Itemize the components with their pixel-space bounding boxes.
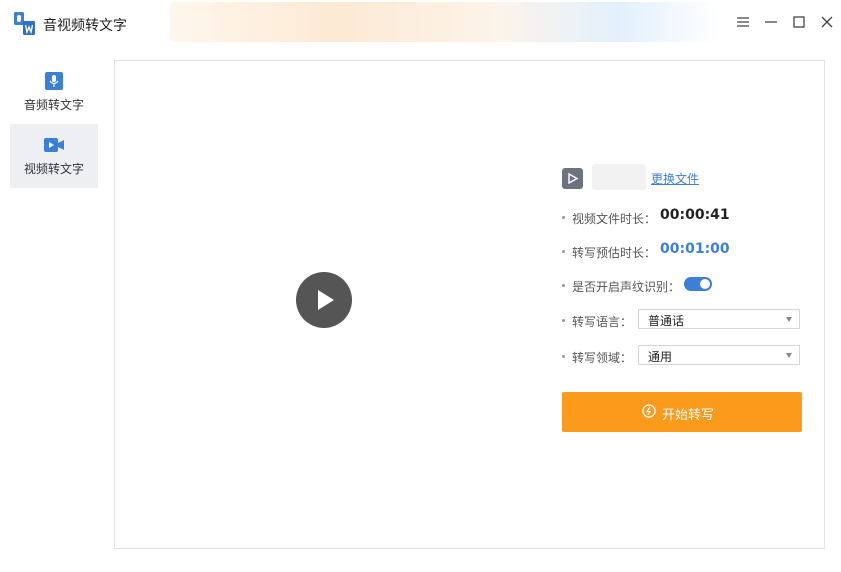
language-select[interactable]: 普通话 [638,309,800,329]
transcribe-icon [642,404,656,418]
domain-label: 转写领域： [572,351,633,365]
bullet [562,355,565,358]
voiceprint-toggle[interactable] [684,277,712,291]
play-icon [318,290,334,310]
app-logo-icon [14,12,35,35]
chevron-down-icon [786,353,792,358]
bullet [562,319,565,322]
sidebar-item-audio-to-text[interactable]: 音频转文字 [10,60,98,124]
menu-icon[interactable] [735,14,751,30]
bullet [562,284,565,287]
domain-select[interactable]: 通用 [638,345,800,365]
main-panel: 更换文件 视频文件时长： 00:00:41 转写预估时长： 00:01:00 是… [114,60,825,549]
video-camera-icon [44,138,64,152]
bullet [562,250,565,253]
app-title: 音视频转文字 [43,18,127,34]
microphone-icon [45,72,63,90]
estimate-value: 00:01:00 [660,241,730,257]
sidebar-item-label: 视频转文字 [23,162,84,176]
start-transcribe-label: 开始转写 [662,408,715,423]
start-transcribe-button[interactable]: 开始转写 [562,392,802,432]
close-icon[interactable] [819,14,835,30]
sidebar-item-video-to-text[interactable]: 视频转文字 [10,124,98,188]
language-label: 转写语言： [572,315,633,329]
duration-label: 视频文件时长： [572,212,657,226]
estimate-label: 转写预估时长： [572,246,657,260]
minimize-icon[interactable] [763,14,779,30]
promo-banner[interactable] [170,2,720,42]
change-file-link[interactable]: 更换文件 [651,170,699,187]
play-button[interactable] [296,272,352,328]
sidebar: 音频转文字 视频转文字 [10,60,98,188]
language-select-value: 普通话 [648,314,685,328]
chevron-down-icon [786,317,792,322]
voiceprint-label: 是否开启声纹识别： [572,280,681,294]
file-name-placeholder [592,164,646,190]
sidebar-item-label: 音频转文字 [23,98,84,112]
title-bar: 音视频转文字 [0,0,841,48]
domain-select-value: 通用 [648,350,673,364]
duration-value: 00:00:41 [660,207,730,223]
maximize-icon[interactable] [791,14,807,30]
video-file-icon [562,168,583,189]
toggle-knob [700,279,710,289]
bullet [562,216,565,219]
